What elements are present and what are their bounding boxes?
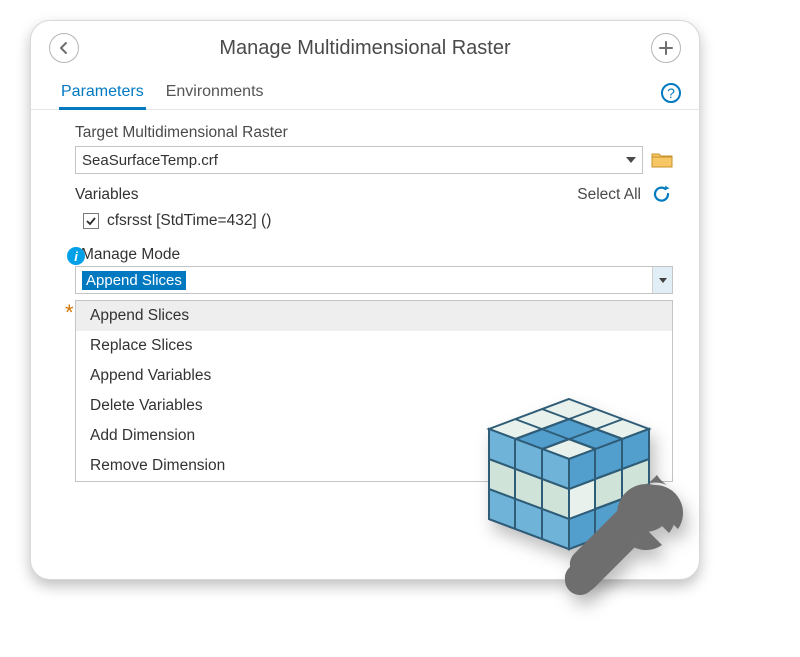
option-remove-dimension[interactable]: Remove Dimension xyxy=(76,451,672,481)
option-append-slices[interactable]: Append Slices xyxy=(76,301,672,331)
variable-text: cfsrsst [StdTime=432] () xyxy=(107,212,271,230)
target-raster-field: Target Multidimensional Raster SeaSurfac… xyxy=(57,124,673,174)
panel-body: Target Multidimensional Raster SeaSurfac… xyxy=(31,110,699,496)
help-button[interactable]: ? xyxy=(661,83,681,103)
help-icon: ? xyxy=(667,85,675,101)
check-icon xyxy=(85,215,97,227)
target-raster-value: SeaSurfaceTemp.crf xyxy=(82,152,218,169)
add-button[interactable] xyxy=(651,33,681,63)
tool-panel: Manage Multidimensional Raster Parameter… xyxy=(30,20,700,580)
panel-header: Manage Multidimensional Raster xyxy=(31,21,699,67)
variables-header: Variables Select All xyxy=(75,184,673,206)
panel-title: Manage Multidimensional Raster xyxy=(79,37,651,60)
target-raster-input[interactable]: SeaSurfaceTemp.crf xyxy=(75,146,643,174)
refresh-icon xyxy=(652,185,672,205)
tab-parameters[interactable]: Parameters xyxy=(59,77,146,109)
browse-button[interactable] xyxy=(651,151,673,169)
option-replace-slices[interactable]: Replace Slices xyxy=(76,331,672,361)
manage-mode-row: i Manage Mode xyxy=(61,246,673,264)
manage-mode-selected: Append Slices xyxy=(82,271,186,290)
arrow-left-icon xyxy=(56,40,72,56)
tab-environments[interactable]: Environments xyxy=(164,77,266,109)
variable-item[interactable]: cfsrsst [StdTime=432] () xyxy=(83,212,673,230)
option-delete-variables[interactable]: Delete Variables xyxy=(76,391,672,421)
select-all-link[interactable]: Select All xyxy=(577,186,641,204)
folder-icon xyxy=(651,151,673,169)
target-raster-label: Target Multidimensional Raster xyxy=(75,124,673,142)
manage-mode-options: Append Slices Replace Slices Append Vari… xyxy=(75,300,673,482)
option-add-dimension[interactable]: Add Dimension xyxy=(76,421,672,451)
variable-checkbox[interactable] xyxy=(83,213,99,229)
refresh-button[interactable] xyxy=(651,184,673,206)
chevron-down-icon xyxy=(659,278,667,283)
chevron-down-icon xyxy=(626,157,636,163)
back-button[interactable] xyxy=(49,33,79,63)
required-icon: * xyxy=(65,300,74,326)
option-append-variables[interactable]: Append Variables xyxy=(76,361,672,391)
manage-mode-dropdown[interactable]: Append Slices xyxy=(75,266,673,294)
info-icon[interactable]: i xyxy=(67,247,85,265)
dropdown-toggle[interactable] xyxy=(652,267,672,293)
variables-label: Variables xyxy=(75,186,577,204)
tabs: Parameters Environments ? xyxy=(31,67,699,110)
manage-mode-label: Manage Mode xyxy=(81,246,180,263)
plus-icon xyxy=(658,40,674,56)
